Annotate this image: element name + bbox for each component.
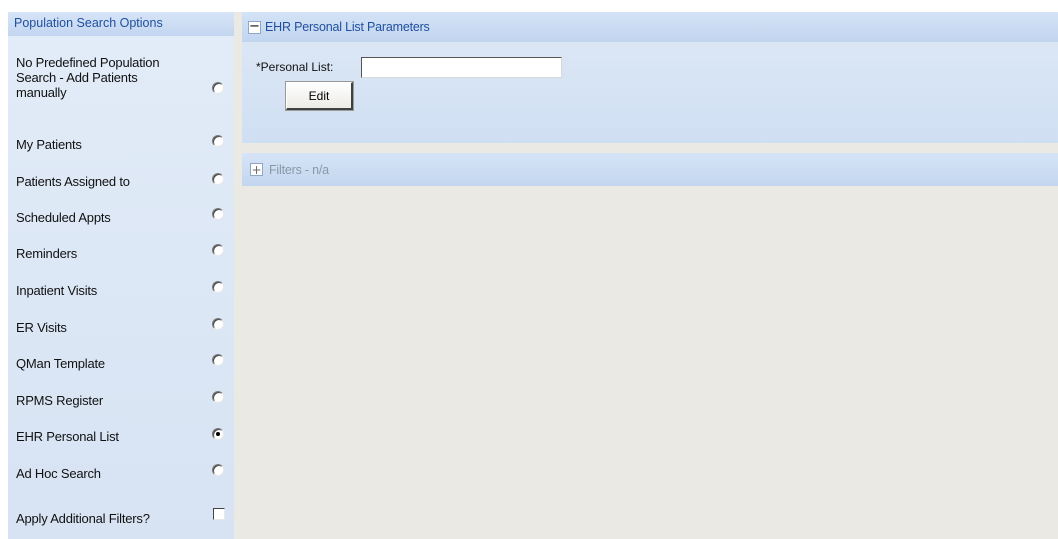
option-er-visits[interactable]: ER Visits [8, 318, 234, 344]
personal-list-input[interactable] [361, 57, 562, 78]
expand-icon[interactable]: + [250, 163, 263, 176]
parameters-header[interactable]: − EHR Personal List Parameters [242, 12, 1058, 42]
filters-panel-header[interactable]: + Filters - n/a [242, 153, 1058, 186]
option-label: EHR Personal List [16, 429, 119, 444]
option-ehr-personal-list[interactable]: EHR Personal List [8, 428, 234, 453]
option-radio[interactable] [212, 82, 224, 94]
option-radio[interactable] [212, 244, 224, 256]
option-qman-template[interactable]: QMan Template [8, 354, 234, 380]
panel-title: Population Search Options [8, 12, 234, 36]
option-no-predefined-search[interactable]: No Predefined Population Search - Add Pa… [8, 55, 234, 103]
option-label: ER Visits [16, 320, 67, 335]
option-reminders[interactable]: Reminders [8, 244, 234, 270]
option-radio[interactable] [212, 208, 224, 220]
option-radio[interactable] [212, 318, 224, 330]
apply-filters-label: Apply Additional Filters? [16, 511, 150, 526]
option-label: Inpatient Visits [16, 283, 98, 298]
personal-list-label: *Personal List: [256, 60, 334, 74]
option-radio-selected[interactable] [212, 428, 224, 440]
filters-title: Filters - n/a [269, 163, 329, 177]
option-radio[interactable] [212, 281, 224, 293]
option-label: Ad Hoc Search [16, 466, 101, 481]
option-radio[interactable] [212, 173, 224, 185]
option-rpms-register[interactable]: RPMS Register [8, 391, 234, 417]
option-scheduled-appts[interactable]: Scheduled Appts [8, 208, 234, 234]
option-label: RPMS Register [16, 393, 103, 408]
option-label: QMan Template [16, 356, 105, 371]
option-radio[interactable] [212, 464, 224, 476]
population-search-window: Population Search Options No Predefined … [0, 0, 1058, 539]
option-label: Scheduled Appts [16, 210, 111, 225]
apply-filters-checkbox[interactable] [213, 508, 225, 520]
option-radio[interactable] [212, 391, 224, 403]
option-patients-assigned-to[interactable]: Patients Assigned to [8, 173, 234, 198]
option-inpatient-visits[interactable]: Inpatient Visits [8, 281, 234, 307]
option-radio[interactable] [212, 135, 224, 147]
option-my-patients[interactable]: My Patients [8, 135, 234, 161]
apply-additional-filters[interactable]: Apply Additional Filters? [8, 508, 234, 535]
option-radio[interactable] [212, 354, 224, 366]
population-search-options-panel: Population Search Options No Predefined … [8, 12, 234, 539]
edit-button[interactable]: Edit [285, 81, 354, 111]
option-ad-hoc-search[interactable]: Ad Hoc Search [8, 464, 234, 490]
parameters-title: EHR Personal List Parameters [265, 20, 430, 34]
option-label: Reminders [16, 246, 78, 261]
personal-list-parameters-panel: − EHR Personal List Parameters *Personal… [242, 12, 1058, 143]
collapse-icon[interactable]: − [248, 20, 261, 34]
option-label: My Patients [16, 137, 82, 152]
option-label: No Predefined Population Search - Add Pa… [16, 55, 160, 100]
content-area: − EHR Personal List Parameters *Personal… [234, 12, 1058, 539]
option-label: Patients Assigned to [16, 174, 130, 189]
